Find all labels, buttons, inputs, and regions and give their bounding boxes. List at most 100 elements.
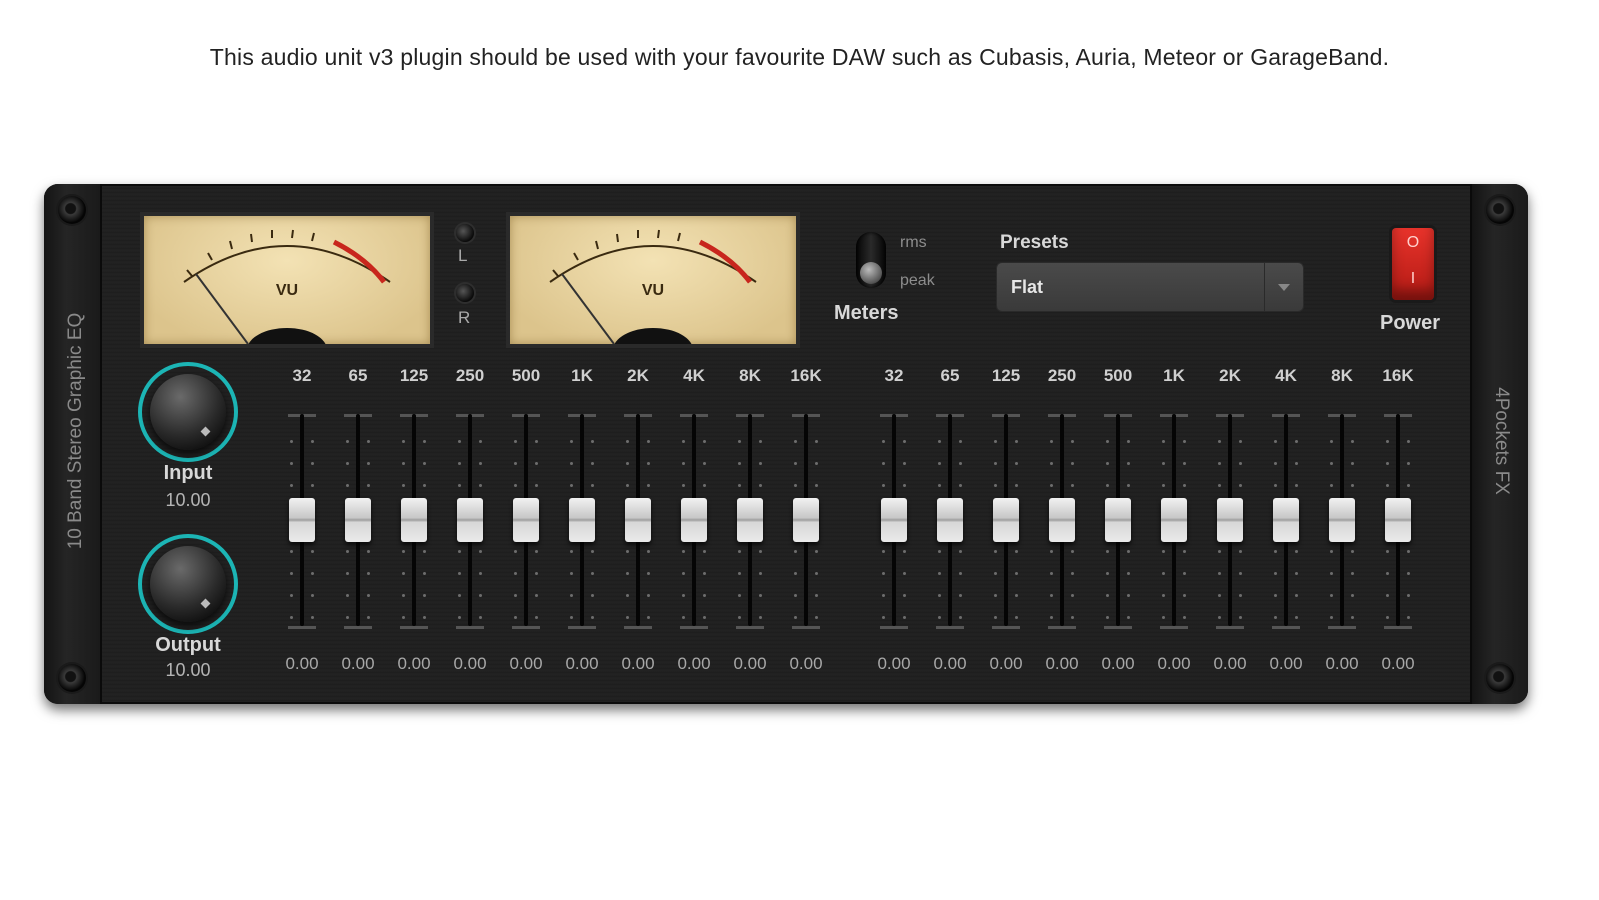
meters-label: Meters (834, 302, 899, 324)
slider-tick-mark (591, 616, 594, 619)
slider-tick-mark (959, 484, 962, 487)
slider-thumb[interactable] (681, 498, 707, 542)
slider-tick-mark (703, 440, 706, 443)
slider-tick-mark (311, 572, 314, 575)
slider-thumb[interactable] (569, 498, 595, 542)
slider-tick-mark (1239, 484, 1242, 487)
slider-thumb[interactable] (1385, 498, 1411, 542)
slider-thumb[interactable] (457, 498, 483, 542)
slider-thumb[interactable] (345, 498, 371, 542)
slider-track-cap (936, 626, 964, 629)
slider-tick-mark (903, 594, 906, 597)
slider-tick-mark (882, 572, 885, 575)
slider-thumb[interactable] (1049, 498, 1075, 542)
slider-tick-mark (479, 572, 482, 575)
band-frequency-label: 2K (627, 366, 649, 385)
output-knob[interactable] (138, 534, 238, 634)
input-knob[interactable] (138, 362, 238, 462)
slider-thumb[interactable] (1273, 498, 1299, 542)
input-label: Input (163, 462, 213, 484)
slider-tick-mark (290, 484, 293, 487)
meters-toggle-switch[interactable] (856, 232, 886, 288)
slider-tick-mark (759, 440, 762, 443)
slider-tick-mark (591, 594, 594, 597)
slider-tick-mark (1015, 550, 1018, 553)
power-switch[interactable]: O I (1392, 228, 1434, 300)
slider-thumb[interactable] (881, 498, 907, 542)
slider-tick-mark (1274, 550, 1277, 553)
slider-tick-mark (1351, 462, 1354, 465)
slider-tick-mark (759, 550, 762, 553)
slider-tick-mark (938, 484, 941, 487)
slider-tick-mark (703, 484, 706, 487)
slider-tick-mark (1071, 594, 1074, 597)
slider-thumb[interactable] (513, 498, 539, 542)
slider-tick-mark (1106, 440, 1109, 443)
slider-tick-mark (1330, 440, 1333, 443)
slider-tick-mark (1295, 440, 1298, 443)
slider-thumb[interactable] (401, 498, 427, 542)
slider-tick-mark (1386, 550, 1389, 553)
slider-thumb[interactable] (625, 498, 651, 542)
slider-thumb[interactable] (1217, 498, 1243, 542)
slider-thumb[interactable] (289, 498, 315, 542)
presets-dropdown[interactable]: Flat (996, 262, 1304, 312)
slider-tick-mark (514, 462, 517, 465)
slider-tick-mark (1274, 462, 1277, 465)
slider-tick-mark (514, 572, 517, 575)
slider-thumb[interactable] (1105, 498, 1131, 542)
slider-tick-mark (1218, 550, 1221, 553)
slider-tick-mark (647, 484, 650, 487)
slider-track-cap (344, 626, 372, 629)
slider-tick-mark (647, 440, 650, 443)
slider-tick-mark (1071, 550, 1074, 553)
slider-thumb[interactable] (793, 498, 819, 542)
slider-tick-mark (1162, 594, 1165, 597)
slider-tick-mark (1162, 616, 1165, 619)
slider-tick-mark (938, 440, 941, 443)
slider-thumb[interactable] (1161, 498, 1187, 542)
slider-tick-mark (1239, 616, 1242, 619)
slider-thumb[interactable] (993, 498, 1019, 542)
slider-tick-mark (402, 594, 405, 597)
left-channel-label: L (458, 246, 468, 265)
slider-tick-mark (1050, 484, 1053, 487)
slider-tick-mark (1239, 550, 1242, 553)
slider-tick-mark (1407, 440, 1410, 443)
slider-tick-mark (367, 594, 370, 597)
slider-tick-mark (1386, 484, 1389, 487)
slider-tick-mark (903, 550, 906, 553)
slider-tick-mark (815, 462, 818, 465)
slider-tick-mark (759, 462, 762, 465)
slider-tick-mark (959, 440, 962, 443)
slider-tick-mark (938, 572, 941, 575)
slider-tick-mark (570, 616, 573, 619)
slider-thumb[interactable] (737, 498, 763, 542)
slider-thumb[interactable] (1329, 498, 1355, 542)
slider-tick-mark (1183, 572, 1186, 575)
slider-tick-mark (1015, 572, 1018, 575)
slider-tick-mark (367, 440, 370, 443)
slider-tick-mark (1050, 440, 1053, 443)
meters-option-rms[interactable]: rms (900, 234, 927, 252)
slider-tick-mark (1106, 550, 1109, 553)
slider-tick-mark (994, 462, 997, 465)
slider-tick-mark (794, 572, 797, 575)
band-gain-value: 0.00 (1213, 654, 1247, 673)
slider-tick-mark (423, 440, 426, 443)
vu-label-left: VU (275, 282, 299, 299)
slider-tick-mark (1351, 594, 1354, 597)
slider-tick-mark (1330, 462, 1333, 465)
slider-tick-mark (626, 550, 629, 553)
band-frequency-label: 8K (1331, 366, 1353, 385)
slider-tick-mark (626, 484, 629, 487)
slider-tick-mark (514, 484, 517, 487)
slider-tick-mark (1330, 594, 1333, 597)
slider-tick-mark (1050, 572, 1053, 575)
slider-tick-mark (290, 550, 293, 553)
slider-thumb[interactable] (937, 498, 963, 542)
slider-tick-mark (1106, 616, 1109, 619)
band-frequency-label: 65 (940, 366, 960, 385)
meters-option-peak[interactable]: peak (900, 272, 935, 290)
chevron-down-icon[interactable] (1264, 263, 1303, 311)
